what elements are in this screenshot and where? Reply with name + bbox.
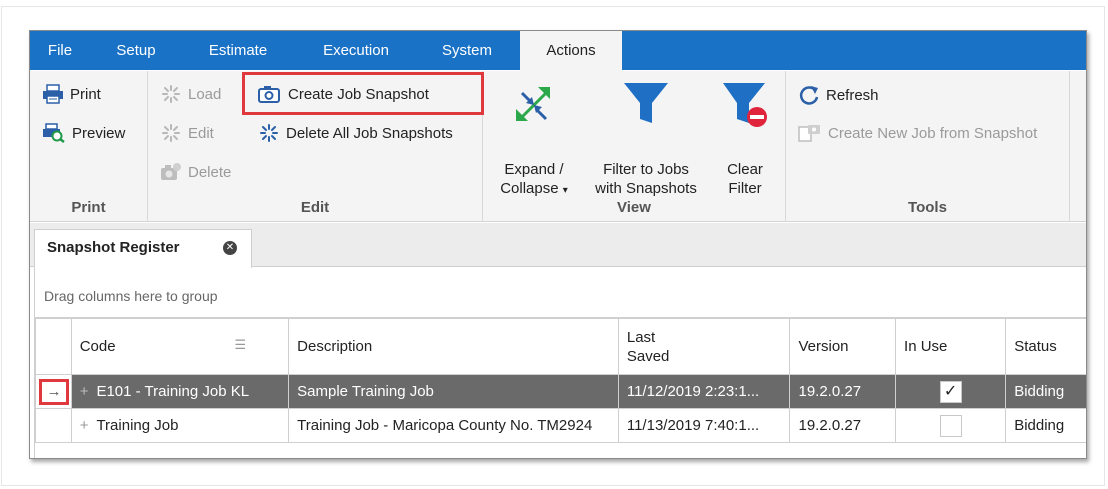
current-row-arrow-icon: → xyxy=(39,379,69,405)
refresh-label: Refresh xyxy=(826,86,879,104)
group-caption-tools: Tools xyxy=(908,199,947,216)
cell-status[interactable]: Bidding xyxy=(1005,374,1086,409)
row-indicator xyxy=(35,408,72,443)
last-saved-line2: Saved xyxy=(626,347,670,365)
collapse-label: Collapse xyxy=(500,180,559,197)
edit-label: Edit xyxy=(188,124,214,142)
cell-code[interactable]: + Training Job xyxy=(70,408,290,443)
clear-filter-button[interactable]: Clear Filter xyxy=(714,79,776,198)
application-window: File Setup Estimate Execution System Act… xyxy=(29,30,1087,459)
spinner-icon xyxy=(162,85,180,103)
cell-code-text: E101 - Training Job KL xyxy=(96,383,250,400)
cell-last-saved[interactable]: 11/13/2019 7:40:1... xyxy=(617,408,791,443)
filter-label-line2: with Snapshots xyxy=(595,180,697,197)
ribbon: Print Preview Print Load Edit Delete Cre… xyxy=(30,71,1086,222)
printer-icon xyxy=(43,84,63,104)
menu-execution[interactable]: Execution xyxy=(310,31,402,70)
column-header-last-saved[interactable]: Last Saved xyxy=(617,318,791,375)
delete-button[interactable]: Delete xyxy=(160,162,231,182)
delete-all-job-snapshots-label: Delete All Job Snapshots xyxy=(286,124,453,142)
menu-actions[interactable]: Actions xyxy=(520,31,622,71)
in-use-checkbox[interactable]: ✓ xyxy=(939,380,962,403)
delete-all-job-snapshots-button[interactable]: Delete All Job Snapshots xyxy=(258,123,453,143)
print-label: Print xyxy=(70,85,101,103)
collapse-label-row: Collapse ▾ xyxy=(489,179,579,200)
refresh-button[interactable]: Refresh xyxy=(798,84,879,106)
filter-icon xyxy=(624,83,668,123)
delete-label: Delete xyxy=(188,163,232,181)
column-header-status[interactable]: Status xyxy=(1005,318,1086,375)
in-use-checkbox[interactable] xyxy=(939,414,962,437)
tab-snapshot-register[interactable]: Snapshot Register ✕ xyxy=(34,229,252,268)
row-indicator: → xyxy=(35,374,72,409)
cell-version[interactable]: 19.2.0.27 xyxy=(789,374,897,409)
ribbon-group-print: Print Preview Print xyxy=(30,71,148,222)
expand-row-icon[interactable]: + xyxy=(80,417,89,434)
filter-to-jobs-with-snapshots-button[interactable]: Filter to Jobs with Snapshots xyxy=(590,79,702,198)
create-new-job-from-snapshot-label: Create New Job from Snapshot xyxy=(828,124,1038,142)
job-from-snapshot-icon xyxy=(798,125,820,142)
column-header-version[interactable]: Version xyxy=(789,318,897,375)
expand-collapse-icon xyxy=(516,87,550,121)
dropdown-arrow-icon: ▾ xyxy=(562,185,568,196)
close-tab-icon[interactable]: ✕ xyxy=(223,241,237,255)
menu-system[interactable]: System xyxy=(430,31,504,70)
document-tab-strip: Snapshot Register ✕ xyxy=(30,223,1086,268)
table-row[interactable]: → + E101 - Training Job KL Sample Trainin… xyxy=(35,374,1086,409)
create-new-job-from-snapshot-button[interactable]: Create New Job from Snapshot xyxy=(798,123,1037,143)
clear-label-line2: Filter xyxy=(728,180,762,197)
spinner-icon xyxy=(260,124,278,142)
group-caption-print: Print xyxy=(71,199,106,216)
clear-label-line1: Clear xyxy=(727,161,763,178)
menu-file[interactable]: File xyxy=(30,31,90,70)
cell-code-text: Training Job xyxy=(96,417,179,434)
ribbon-group-tools: Refresh Create New Job from Snapshot Too… xyxy=(786,71,1070,222)
filter-label-line1: Filter to Jobs xyxy=(603,161,689,178)
highlight-create-snapshot xyxy=(242,72,484,115)
column-header-code[interactable]: Code ☰ xyxy=(70,318,290,375)
expand-row-icon[interactable]: + xyxy=(80,383,89,400)
column-header-description[interactable]: Description xyxy=(288,318,619,375)
clear-filter-icon xyxy=(723,83,767,127)
refresh-icon xyxy=(799,86,819,105)
column-header-in-use[interactable]: In Use xyxy=(895,318,1007,375)
cell-description[interactable]: Sample Training Job xyxy=(288,374,619,409)
group-by-panel[interactable]: Drag columns here to group xyxy=(35,268,1086,318)
load-button[interactable]: Load xyxy=(160,84,221,104)
edit-button[interactable]: Edit xyxy=(160,123,214,143)
expand-label: Expand / xyxy=(504,161,564,178)
load-label: Load xyxy=(188,85,222,103)
cell-in-use[interactable]: ✓ xyxy=(895,374,1007,409)
last-saved-line1: Last xyxy=(626,328,656,346)
preview-button[interactable]: Preview xyxy=(42,123,125,143)
cell-last-saved[interactable]: 11/12/2019 2:23:1... xyxy=(617,374,791,409)
cell-in-use[interactable] xyxy=(895,408,1007,443)
spinner-icon xyxy=(162,124,180,142)
menu-estimate[interactable]: Estimate xyxy=(196,31,280,70)
group-caption-edit: Edit xyxy=(300,199,330,216)
cell-status[interactable]: Bidding xyxy=(1005,408,1086,443)
expand-collapse-button[interactable]: Expand / Collapse ▾ xyxy=(489,79,579,200)
preview-label: Preview xyxy=(72,124,126,142)
print-button[interactable]: Print xyxy=(42,84,101,104)
cell-version[interactable]: 19.2.0.27 xyxy=(789,408,897,443)
cell-description[interactable]: Training Job - Maricopa County No. TM292… xyxy=(288,408,619,443)
snapshot-grid: Drag columns here to group Code ☰ Descri… xyxy=(34,268,1086,458)
print-preview-icon xyxy=(43,123,65,143)
menu-setup[interactable]: Setup xyxy=(104,31,168,70)
row-indicator-header xyxy=(35,318,72,375)
camera-delete-icon xyxy=(161,163,181,180)
menu-bar: File Setup Estimate Execution System Act… xyxy=(30,31,1086,71)
column-header-code-label: Code xyxy=(79,338,116,355)
cell-code[interactable]: + E101 - Training Job KL xyxy=(70,374,290,409)
snapshot-table: Code ☰ Description Last Saved Version In… xyxy=(35,318,1086,443)
ribbon-group-edit: Load Edit Delete Create Job Snapshot Del… xyxy=(148,71,484,222)
ribbon-group-view: Expand / Collapse ▾ Filter to Jobs with … xyxy=(483,71,786,222)
table-header-row: Code ☰ Description Last Saved Version In… xyxy=(35,318,1086,375)
group-caption-view: View xyxy=(617,199,651,216)
table-row[interactable]: + Training Job Training Job - Maricopa Co… xyxy=(35,408,1086,443)
sort-icon[interactable]: ☰ xyxy=(235,337,247,353)
tab-title: Snapshot Register xyxy=(47,239,180,256)
